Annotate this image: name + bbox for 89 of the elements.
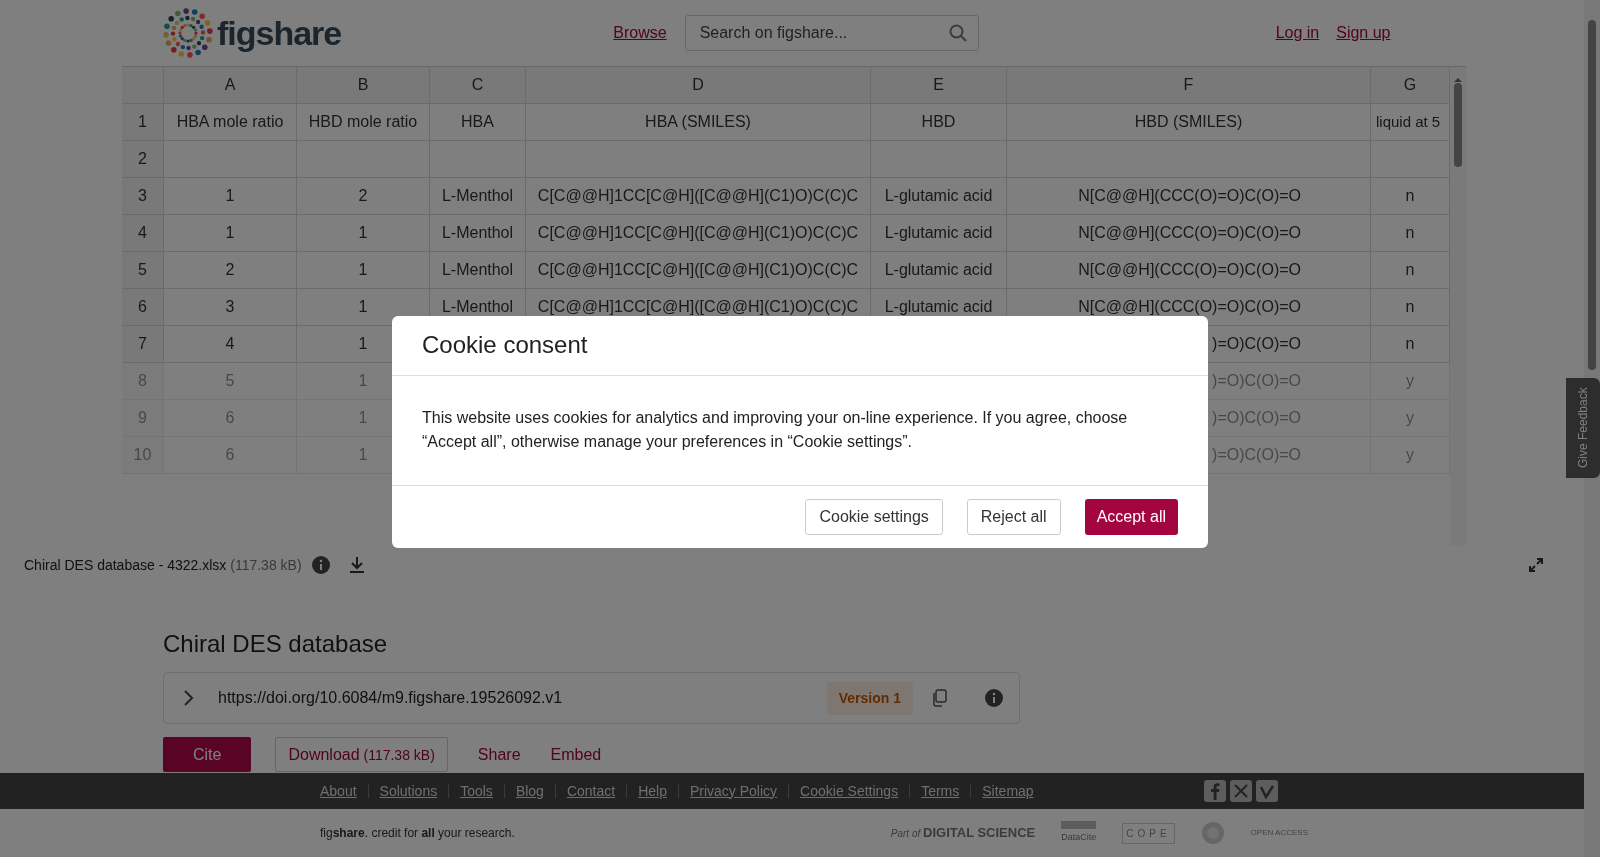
column-header[interactable]: D — [526, 67, 871, 104]
download-icon[interactable] — [347, 556, 366, 574]
footer-link[interactable]: Sitemap — [982, 780, 1034, 802]
table-cell: N[C@@H](CCC(O)=O)C(O)=O — [1007, 252, 1371, 289]
row-number[interactable]: 3 — [122, 178, 164, 215]
logo-icon[interactable] — [163, 8, 213, 58]
footer-link[interactable]: Terms — [921, 780, 960, 802]
table-cell: HBA — [430, 104, 526, 141]
action-link[interactable]: Embed — [535, 737, 617, 772]
footer-link[interactable]: Cookie Settings — [800, 780, 899, 802]
vimeo-icon[interactable] — [1255, 780, 1278, 802]
table-cell: 4 — [164, 326, 297, 363]
scrollbar-thumb[interactable] — [1588, 20, 1596, 370]
browse-link[interactable]: Browse — [613, 21, 667, 45]
footer-link[interactable]: Tools — [460, 780, 493, 802]
auth-link[interactable]: Log in — [1275, 21, 1320, 45]
action-link[interactable]: Share — [462, 737, 536, 772]
table-cell: L-Menthol — [430, 215, 526, 252]
search-field[interactable]: Search on figshare... — [684, 15, 979, 51]
facebook-icon[interactable] — [1203, 780, 1226, 802]
table-cell: 2 — [164, 252, 297, 289]
table-cell: L-glutamic acid — [871, 215, 1007, 252]
row-number[interactable]: 4 — [122, 215, 164, 252]
column-header[interactable]: B — [297, 67, 430, 104]
auth-link[interactable]: Sign up — [1336, 21, 1391, 45]
chevron-right-icon[interactable] — [182, 689, 194, 707]
footer-link[interactable]: Contact — [566, 780, 616, 802]
file-name: Chiral DES database - 4322.xlsx (117.38 kB) — [24, 555, 302, 575]
x-icon[interactable] — [1229, 780, 1252, 802]
table-cell: 1 — [297, 215, 430, 252]
table-cell: 1 — [297, 252, 430, 289]
row-number[interactable]: 6 — [122, 289, 164, 326]
row-number[interactable]: 5 — [122, 252, 164, 289]
logo-text[interactable]: figshare — [217, 16, 342, 50]
footer-link[interactable]: Help — [638, 780, 667, 802]
column-header[interactable]: C — [430, 67, 526, 104]
info-icon[interactable] — [311, 556, 330, 574]
partner-logo[interactable]: DataCite — [1061, 821, 1097, 845]
row-number[interactable]: 2 — [122, 141, 164, 178]
version-badge: Version 1 — [826, 681, 913, 715]
table-cell: HBD (SMILES) — [1007, 104, 1371, 141]
table-cell: C[C@@H]1CC[C@H]([C@@H](C1)O)C(C)C — [526, 178, 871, 215]
footer-link[interactable]: Privacy Policy — [689, 780, 778, 802]
column-header[interactable]: G — [1371, 67, 1450, 104]
table-cell: L-Menthol — [430, 252, 526, 289]
info-icon[interactable] — [985, 689, 1003, 707]
feedback-tab[interactable]: Give Feedback — [1566, 378, 1600, 478]
row-number[interactable]: 7 — [122, 326, 164, 363]
accept-button[interactable]: Accept all — [1084, 499, 1178, 535]
download-button[interactable]: Download (117.38 kB) — [275, 737, 448, 772]
table-cell: 3 — [164, 289, 297, 326]
row-number[interactable]: 1 — [122, 104, 164, 141]
dialog-button[interactable]: Reject all — [966, 499, 1061, 535]
table-cell: C[C@@H]1CC[C@H]([C@@H](C1)O)C(C)C — [526, 215, 871, 252]
table-cell: HBA mole ratio — [164, 104, 297, 141]
table-cell: L-glutamic acid — [871, 178, 1007, 215]
table-cell: HBD mole ratio — [297, 104, 430, 141]
column-header[interactable]: E — [871, 67, 1007, 104]
table-cell: N[C@@H](CCC(O)=O)C(O)=O — [1007, 215, 1371, 252]
partner-logo[interactable]: COPE — [1122, 822, 1175, 844]
table-cell: 1 — [164, 215, 297, 252]
dialog-button[interactable]: Cookie settings — [805, 499, 943, 535]
column-header[interactable]: A — [164, 67, 297, 104]
table-cell: HBD — [871, 104, 1007, 141]
cite-button[interactable]: Cite — [163, 737, 252, 772]
search-icon[interactable] — [948, 24, 967, 42]
table-cell: HBA (SMILES) — [526, 104, 871, 141]
article-title: Chiral DES database — [163, 629, 389, 659]
column-header[interactable]: F — [1007, 67, 1371, 104]
footer-link[interactable]: Solutions — [379, 780, 438, 802]
partner-logo[interactable]: Part of DIGITAL SCIENCE — [890, 823, 1036, 843]
copy-icon[interactable] — [931, 689, 947, 707]
corner-cell[interactable] — [122, 67, 164, 104]
doi-link[interactable]: https://doi.org/10.6084/m9.figshare.19526092.v1 — [218, 686, 563, 710]
table-cell: L-glutamic acid — [871, 252, 1007, 289]
table-cell: 5 — [164, 363, 297, 400]
table-cell: L-Menthol — [430, 178, 526, 215]
footer-link[interactable]: Blog — [515, 780, 544, 802]
table-cell: 1 — [164, 178, 297, 215]
table-cell: C[C@@H]1CC[C@H]([C@@H](C1)O)C(C)C — [526, 252, 871, 289]
table-cell: 2 — [297, 178, 430, 215]
tagline: figshare. credit for all your research. — [320, 825, 515, 842]
footer-link[interactable]: About — [320, 780, 357, 802]
table-cell: 6 — [164, 437, 297, 474]
table-cell: 6 — [164, 400, 297, 437]
table-cell: N[C@@H](CCC(O)=O)C(O)=O — [1007, 178, 1371, 215]
table-scrollbar[interactable] — [1450, 67, 1466, 546]
scrollbar-thumb[interactable] — [1454, 83, 1462, 167]
fullscreen-icon[interactable] — [1528, 557, 1544, 573]
